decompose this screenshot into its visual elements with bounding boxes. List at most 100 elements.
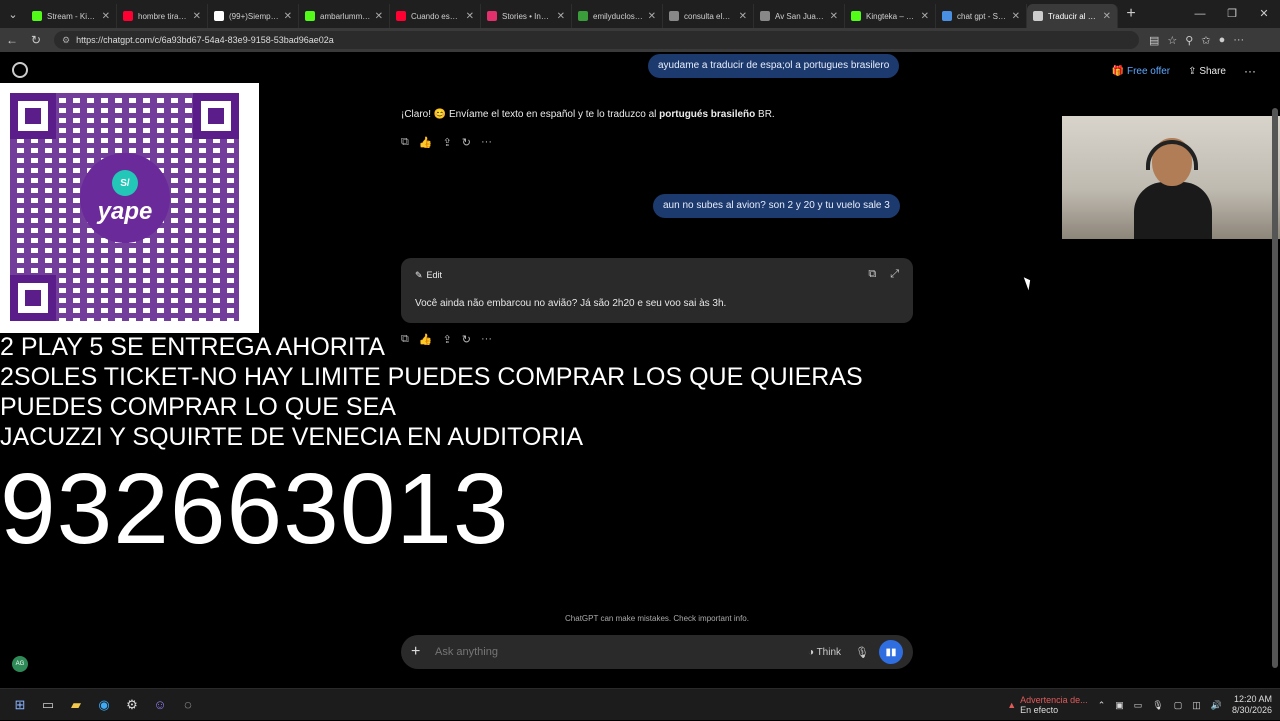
think-button[interactable]: ◑ Think	[808, 647, 841, 658]
share-message-icon[interactable]: ⇪	[443, 136, 452, 149]
tab-close-icon[interactable]: ✕	[830, 11, 838, 22]
browser-tab[interactable]: consulta electo ✕	[663, 4, 754, 28]
expand-icon[interactable]: ⤢	[890, 268, 899, 281]
clock[interactable]: 12:20 AM 8/30/2026	[1232, 694, 1272, 716]
notice-item[interactable]: ▲ Advertencia de... En efecto	[1007, 695, 1087, 715]
scrollbar-thumb[interactable]	[1272, 108, 1278, 668]
overlay-line-1: 2 PLAY 5 SE ENTREGA AHORITA	[0, 333, 385, 361]
notice-subtitle: En efecto	[1020, 705, 1059, 715]
tab-favicon-icon	[942, 11, 952, 21]
headset-icon	[1146, 140, 1198, 170]
url-field[interactable]: ⚙ https://chatgpt.com/c/6a93bd67-54a4-83…	[54, 31, 1139, 49]
qr-finder-bottom-left	[10, 275, 56, 321]
edge-icon[interactable]: ◉	[90, 691, 118, 719]
network-icon[interactable]: ◫	[1192, 700, 1201, 711]
browser-tab[interactable]: Kingteka – Wat ✕	[845, 4, 936, 28]
tab-label: consulta electo	[684, 11, 735, 21]
feedback-icon[interactable]: 👍	[419, 136, 433, 149]
voice-mode-icon[interactable]: ▮▮	[879, 640, 903, 664]
browser-tab[interactable]: ambarlumm Str ✕	[299, 4, 390, 28]
reload-icon[interactable]: ↻	[24, 33, 48, 47]
profile-icon[interactable]: ●	[1219, 34, 1226, 47]
tab-close-icon[interactable]: ✕	[284, 11, 292, 22]
chat-input[interactable]	[435, 646, 808, 658]
overlay-phone-number: 932663013	[0, 453, 510, 565]
tab-favicon-icon	[396, 11, 406, 21]
tab-close-icon[interactable]: ✕	[739, 11, 747, 22]
tab-favicon-icon	[305, 11, 315, 21]
volume-icon[interactable]: 🔊	[1211, 700, 1222, 711]
minimize-icon[interactable]: —	[1184, 0, 1216, 28]
more-options-icon[interactable]: ···	[1244, 64, 1256, 78]
microphone-icon[interactable]: 🎙	[855, 646, 869, 659]
tab-favicon-icon	[669, 11, 679, 21]
tab-close-icon[interactable]: ✕	[466, 11, 474, 22]
canvas-copy-icon[interactable]: ⧉	[868, 268, 876, 281]
battery-icon[interactable]: ▭	[1134, 700, 1143, 711]
add-attachment-icon[interactable]: +	[411, 643, 431, 661]
favorites-bar-icon[interactable]: ✩	[1201, 34, 1210, 47]
tray-app-icon[interactable]: ▣	[1115, 700, 1124, 711]
browser-tab[interactable]: Av San Juan 2 ✕	[754, 4, 845, 28]
tab-close-icon[interactable]: ✕	[193, 11, 201, 22]
composer: + ◑ Think 🎙 ▮▮	[401, 635, 913, 669]
tab-favicon-icon	[214, 11, 224, 21]
tab-close-icon[interactable]: ✕	[557, 11, 565, 22]
chevron-up-icon[interactable]: ⌃	[1098, 700, 1106, 711]
canvas-edit-button[interactable]: ✎ Edit	[415, 270, 442, 281]
reader-icon[interactable]: ▤	[1149, 34, 1159, 47]
site-info-icon[interactable]: ⚙	[62, 35, 70, 46]
stream-text-overlay: 2 PLAY 5 SE ENTREGA AHORITA 2SOLES TICKE…	[0, 332, 863, 452]
address-bar-icons: ▤ ☆ ⚲ ✩ ● ···	[1149, 34, 1244, 47]
more-icon[interactable]: ···	[481, 136, 492, 149]
steam-icon[interactable]: ⚙	[118, 691, 146, 719]
browser-tab[interactable]: Cuando escuch ✕	[390, 4, 481, 28]
tab-close-icon[interactable]: ✕	[648, 11, 656, 22]
browser-tab[interactable]: (99+)Siempre d ✕	[208, 4, 299, 28]
tab-close-icon[interactable]: ✕	[1012, 11, 1020, 22]
share-button[interactable]: ⇪ Share	[1188, 66, 1226, 77]
browser-tab[interactable]: emilyduclosgg ✕	[572, 4, 663, 28]
tab-close-icon[interactable]: ✕	[102, 11, 110, 22]
browser-tab[interactable]: chat gpt - Sear ✕	[936, 4, 1027, 28]
clock-date: 8/30/2026	[1231, 705, 1272, 715]
window-controls: — ❐ ✕	[1184, 0, 1280, 28]
tab-label: ambarlumm Str	[320, 11, 371, 21]
new-tab-button[interactable]: +	[1118, 5, 1144, 23]
tab-close-icon[interactable]: ✕	[375, 11, 383, 22]
browser-menu-icon[interactable]: ···	[1233, 34, 1244, 47]
overlay-line-2: 2SOLES TICKET-NO HAY LIMITE PUEDES COMPR…	[0, 363, 863, 391]
avatar[interactable]: AG	[12, 656, 28, 672]
scrollbar[interactable]	[1272, 52, 1278, 688]
back-icon[interactable]: ←	[0, 33, 24, 47]
extensions-icon[interactable]: ⚲	[1185, 34, 1193, 47]
tab-list-chevron-icon[interactable]: ⌄	[0, 0, 26, 28]
copy-icon[interactable]: ⧉	[401, 136, 409, 149]
app-icon[interactable]: ◌	[174, 691, 202, 719]
chatgpt-logo-icon[interactable]	[12, 62, 28, 78]
message-actions-1: ⧉ 👍 ⇪ ↻ ···	[401, 136, 492, 149]
browser-tab[interactable]: Traducir al por ✕	[1027, 4, 1118, 28]
regenerate-icon[interactable]: ↻	[462, 136, 471, 149]
browser-tab[interactable]: hombre tirando ✕	[117, 4, 208, 28]
browser-tab-bar: ⌄ Stream - Kick D ✕ hombre tirando ✕ (99+)Si…	[0, 0, 1280, 28]
restore-icon[interactable]: ❐	[1216, 0, 1248, 28]
display-icon[interactable]: ▢	[1174, 700, 1183, 711]
task-view-icon[interactable]: ▭	[34, 691, 62, 719]
assistant-text-prefix: ¡Claro! 😊 Envíame el texto en español y …	[401, 109, 660, 120]
close-window-icon[interactable]: ✕	[1248, 0, 1280, 28]
favorite-icon[interactable]: ☆	[1167, 34, 1177, 47]
windows-taskbar: ⊞ ▭ ▰ ◉ ⚙ ☺ ◌ ▲ Advertencia de... En efe…	[0, 688, 1280, 720]
free-offer-button[interactable]: 🎁 Free offer	[1112, 66, 1170, 77]
mouse-cursor-icon	[1023, 275, 1034, 291]
tab-favicon-icon	[760, 11, 770, 21]
file-explorer-icon[interactable]: ▰	[62, 691, 90, 719]
disclaimer: ChatGPT can make mistakes. Check importa…	[565, 614, 749, 623]
discord-icon[interactable]: ☺	[146, 691, 174, 719]
browser-tab[interactable]: Stories • Instag ✕	[481, 4, 572, 28]
start-icon[interactable]: ⊞	[6, 691, 34, 719]
tab-close-icon[interactable]: ✕	[1103, 11, 1111, 22]
browser-tab[interactable]: Stream - Kick D ✕	[26, 4, 117, 28]
mic-tray-icon[interactable]: 🎙	[1152, 700, 1163, 711]
tab-close-icon[interactable]: ✕	[921, 11, 929, 22]
